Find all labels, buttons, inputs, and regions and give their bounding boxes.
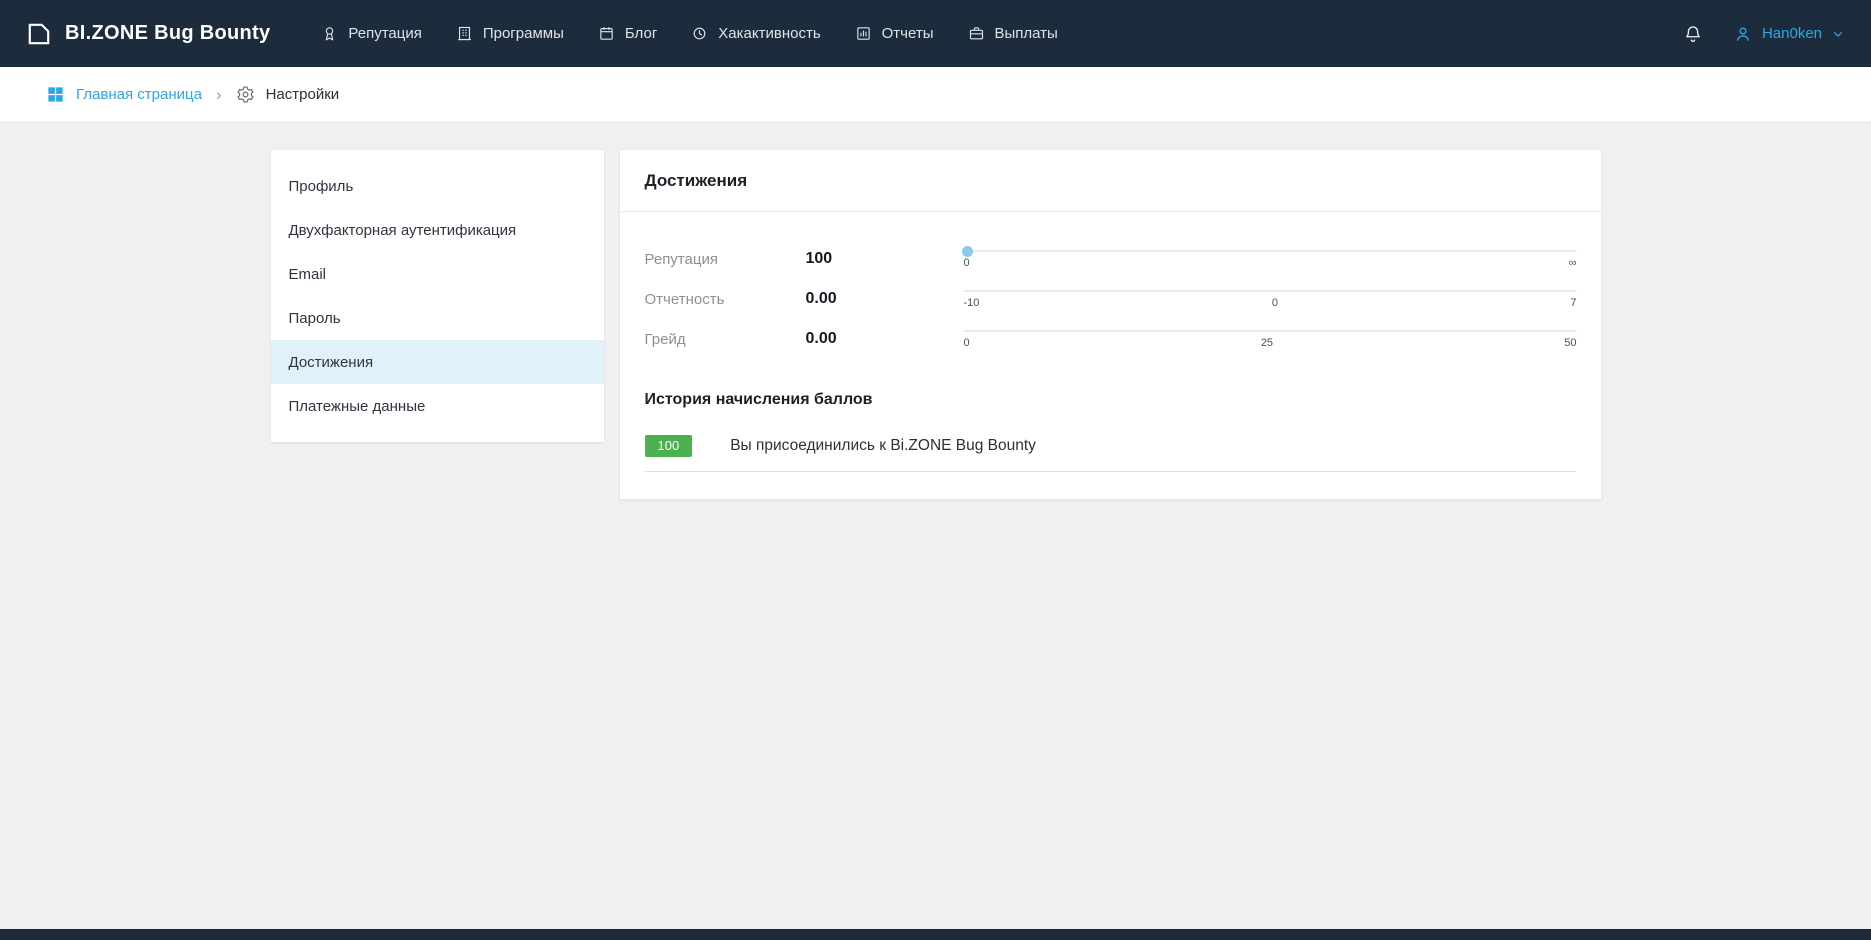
main-nav: Репутация Программы Блог bbox=[304, 0, 1074, 67]
settings-menu: Профиль Двухфакторная аутентификация Ema… bbox=[270, 149, 605, 443]
menu-item-achievements[interactable]: Достижения bbox=[271, 340, 604, 384]
bizone-logo-icon bbox=[26, 21, 52, 47]
dashboard-grid-icon bbox=[46, 85, 65, 104]
breadcrumb-home-link[interactable]: Главная страница bbox=[46, 85, 202, 104]
panel-title: Достижения bbox=[620, 150, 1601, 212]
scale-mid: 25 bbox=[1261, 337, 1273, 349]
menu-item-password[interactable]: Пароль bbox=[271, 296, 604, 340]
scale-max: ∞ bbox=[1569, 257, 1577, 269]
scale-max: 7 bbox=[1570, 297, 1576, 309]
slider-handle bbox=[962, 246, 973, 257]
notifications-bell-icon[interactable] bbox=[1683, 24, 1703, 44]
building-icon bbox=[456, 25, 473, 42]
metric-value: 0.00 bbox=[806, 290, 964, 308]
reputation-slider: 0 ∞ bbox=[964, 250, 1577, 269]
history-entry-text: Вы присоединились к Bi.ZONE Bug Bounty bbox=[730, 437, 1036, 455]
nav-item-reputation[interactable]: Репутация bbox=[304, 0, 438, 67]
history-entry: 100 Вы присоединились к Bi.ZONE Bug Boun… bbox=[645, 425, 1576, 472]
nav-item-programs[interactable]: Программы bbox=[439, 0, 581, 67]
slider-track bbox=[964, 290, 1577, 292]
briefcase-icon bbox=[968, 25, 985, 42]
gear-icon bbox=[236, 85, 255, 104]
menu-item-profile[interactable]: Профиль bbox=[271, 164, 604, 208]
scale-min: 0 bbox=[964, 337, 970, 349]
history-clock-icon bbox=[691, 25, 708, 42]
grade-slider: 0 25 50 bbox=[964, 330, 1577, 349]
brand-title: BI.ZONE Bug Bounty bbox=[65, 22, 270, 45]
user-menu[interactable]: Han0ken bbox=[1733, 24, 1845, 44]
metric-label: Грейд bbox=[645, 331, 806, 348]
nav-label: Выплаты bbox=[995, 25, 1058, 42]
metric-label: Отчетность bbox=[645, 291, 806, 308]
nav-item-payouts[interactable]: Выплаты bbox=[951, 0, 1075, 67]
navbar-right: Han0ken bbox=[1683, 24, 1845, 44]
breadcrumb-current: Настройки bbox=[236, 85, 340, 104]
top-navbar: BI.ZONE Bug Bounty Репутация Программы bbox=[0, 0, 1871, 67]
slider-track bbox=[964, 330, 1577, 332]
scale-min: -10 bbox=[964, 297, 980, 309]
scale-mid: 0 bbox=[1272, 297, 1278, 309]
metric-row-reporting: Отчетность 0.00 -10 0 7 bbox=[645, 279, 1577, 319]
scale-min: 0 bbox=[964, 257, 970, 269]
metric-value: 100 bbox=[806, 250, 964, 268]
slider-scale: 0 25 50 bbox=[964, 337, 1577, 349]
menu-item-email[interactable]: Email bbox=[271, 252, 604, 296]
nav-label: Хакактивность bbox=[718, 25, 820, 42]
nav-item-blog[interactable]: Блог bbox=[581, 0, 674, 67]
nav-label: Репутация bbox=[348, 25, 421, 42]
nav-item-reports[interactable]: Отчеты bbox=[838, 0, 951, 67]
footer-strip bbox=[0, 929, 1871, 940]
breadcrumb-separator-icon: › bbox=[216, 85, 222, 105]
metric-value: 0.00 bbox=[806, 330, 964, 348]
settings-page: Профиль Двухфакторная аутентификация Ema… bbox=[0, 149, 1871, 500]
nav-label: Программы bbox=[483, 25, 564, 42]
bar-chart-icon bbox=[855, 25, 872, 42]
nav-item-hackactivity[interactable]: Хакактивность bbox=[674, 0, 837, 67]
chevron-down-icon bbox=[1831, 27, 1845, 41]
reputation-medal-icon bbox=[321, 25, 338, 42]
history-title: История начисления баллов bbox=[620, 369, 1601, 425]
slider-track bbox=[964, 250, 1577, 252]
nav-label: Отчеты bbox=[882, 25, 934, 42]
points-badge: 100 bbox=[645, 435, 693, 457]
brand[interactable]: BI.ZONE Bug Bounty bbox=[26, 21, 270, 47]
menu-item-two-factor[interactable]: Двухфакторная аутентификация bbox=[271, 208, 604, 252]
breadcrumb: Главная страница › Настройки bbox=[0, 67, 1871, 123]
nav-label: Блог bbox=[625, 25, 657, 42]
achievements-panel: Достижения Репутация 100 0 ∞ Отчетн bbox=[619, 149, 1602, 500]
metric-row-grade: Грейд 0.00 0 25 50 bbox=[645, 319, 1577, 359]
reporting-slider: -10 0 7 bbox=[964, 290, 1577, 309]
metric-row-reputation: Репутация 100 0 ∞ bbox=[645, 239, 1577, 279]
breadcrumb-current-label: Настройки bbox=[266, 86, 340, 103]
menu-item-payment-details[interactable]: Платежные данные bbox=[271, 384, 604, 428]
metric-label: Репутация bbox=[645, 251, 806, 268]
slider-scale: 0 ∞ bbox=[964, 257, 1577, 269]
slider-scale: -10 0 7 bbox=[964, 297, 1577, 309]
scale-max: 50 bbox=[1564, 337, 1576, 349]
username: Han0ken bbox=[1762, 25, 1822, 42]
scale-mid bbox=[1266, 257, 1272, 269]
calendar-icon bbox=[598, 25, 615, 42]
metrics-list: Репутация 100 0 ∞ Отчетность 0.00 bbox=[620, 212, 1601, 369]
breadcrumb-home-label: Главная страница bbox=[76, 86, 202, 103]
user-avatar-icon bbox=[1733, 24, 1753, 44]
